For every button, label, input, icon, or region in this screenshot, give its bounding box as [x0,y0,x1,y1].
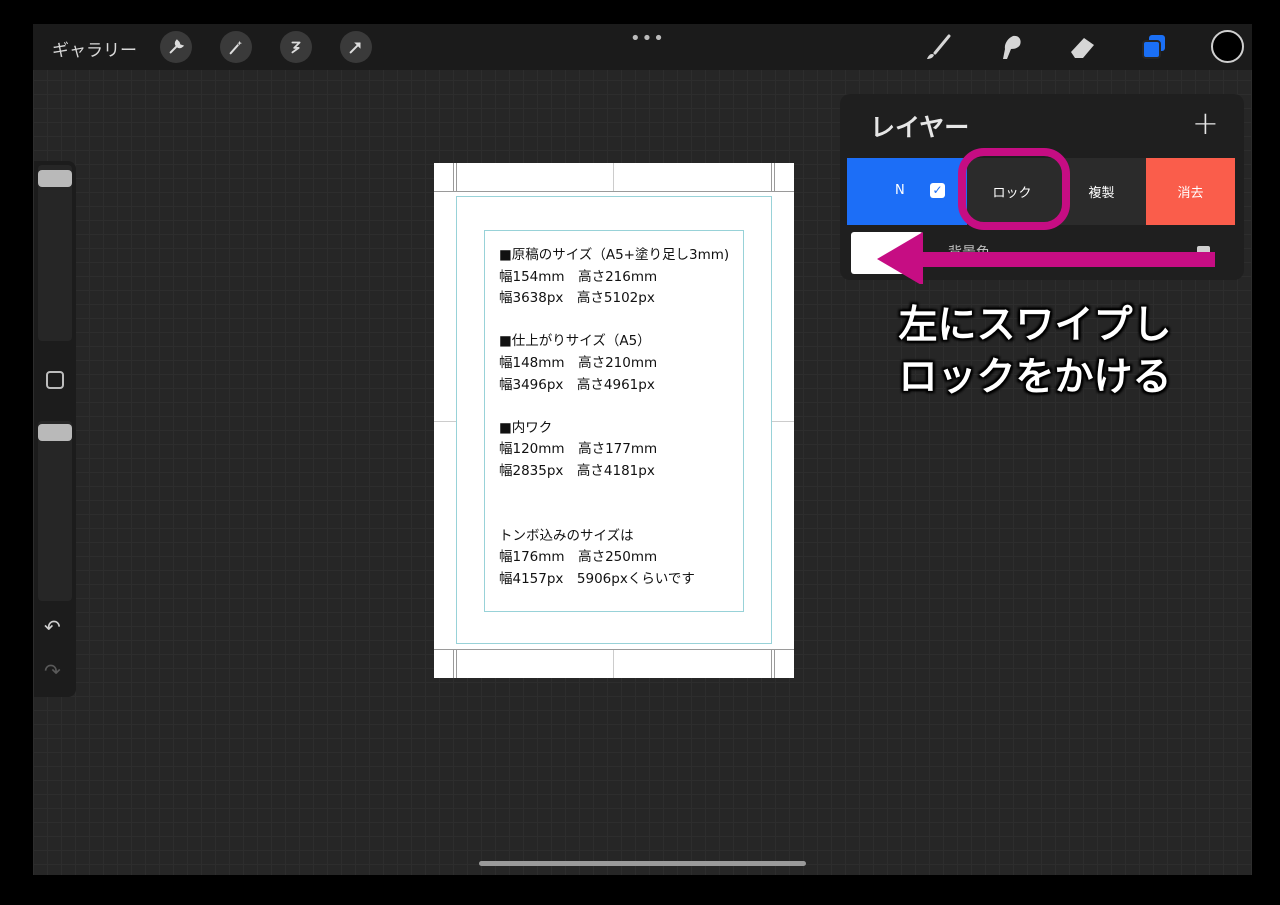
instruction-line-2: ロックをかける [898,355,1172,400]
text-line [499,483,743,505]
transform-arrow-icon[interactable] [340,31,372,63]
delete-button[interactable]: 消去 [1146,158,1235,225]
blend-mode-button[interactable]: N [895,183,905,198]
text-line: トンボ込みのサイズは [499,527,634,544]
trim-mark [774,650,775,678]
layer-row[interactable]: N ✓ [847,158,969,225]
trim-mark [771,163,772,191]
trim-line [434,649,794,650]
redo-icon[interactable]: ↷ [44,661,61,681]
trim-mark [774,163,775,191]
center-mark [772,421,794,422]
add-layer-button[interactable]: + [1192,104,1219,142]
top-toolbar: ギャラリー ••• [33,24,1252,70]
text-line: 幅154mm 高さ216mm [499,268,658,285]
trim-mark [453,163,454,191]
instruction-line-1: 左にスワイプし [898,303,1172,348]
drawing-canvas[interactable]: ■原稿のサイズ（A5+塗り足し3mm) 幅154mm 高さ216mm 幅3638… [434,163,794,678]
visibility-checkbox[interactable]: ✓ [930,183,945,198]
swipe-instruction: 左にスワイプし ロックをかける [885,300,1185,404]
brush-size-handle[interactable] [38,170,72,187]
layers-icon[interactable] [1137,30,1171,64]
text-line: 幅3496px 高さ4961px [499,376,655,393]
more-options-icon[interactable]: ••• [630,28,665,49]
brush-size-slider[interactable] [38,165,72,341]
text-line: 幅120mm 高さ177mm [499,441,658,458]
trim-mark [453,650,454,678]
text-line [499,310,743,332]
magic-wand-icon[interactable] [220,31,252,63]
text-line: 幅4157px 5906pxくらいです [499,570,695,587]
trim-mark [456,650,457,678]
wrench-icon[interactable] [160,31,192,63]
center-mark [613,650,614,678]
text-line [499,504,743,526]
smudge-icon[interactable] [993,30,1027,64]
text-line: ■内ワク [499,419,553,436]
layers-title: レイヤー [870,113,970,142]
text-line: ■仕上がりサイズ（A5） [499,333,651,350]
opacity-slider[interactable] [38,421,72,601]
brush-icon[interactable] [921,30,955,64]
text-line: ■原稿のサイズ（A5+塗り足し3mm) [499,247,730,263]
text-line: 幅148mm 高さ210mm [499,354,658,371]
undo-icon[interactable]: ↶ [44,617,61,637]
text-line: 幅2835px 高さ4181px [499,462,655,479]
lock-highlight-ring [958,148,1070,230]
eraser-icon[interactable] [1065,30,1099,64]
text-line: 幅176mm 高さ250mm [499,549,658,566]
swipe-left-arrow-icon [877,232,1215,284]
gallery-button[interactable]: ギャラリー [52,36,137,61]
selection-icon[interactable] [280,31,312,63]
home-indicator[interactable] [479,861,806,866]
trim-mark [456,163,457,191]
size-info-text: ■原稿のサイズ（A5+塗り足し3mm) 幅154mm 高さ216mm 幅3638… [484,230,744,612]
center-mark [434,421,456,422]
trim-line [434,191,794,192]
opacity-handle[interactable] [38,424,72,441]
left-sidebar: ↶ ↷ [34,161,76,697]
center-mark [613,163,614,191]
procreate-screen: ギャラリー ••• ↶ ↷ ■原稿のサイズ（A5+塗り足し3mm) 幅154mm… [33,24,1252,875]
modify-button[interactable] [46,371,64,389]
text-line [499,396,743,418]
text-line: 幅3638px 高さ5102px [499,290,655,307]
trim-mark [771,650,772,678]
duplicate-button[interactable]: 複製 [1057,158,1146,225]
color-picker[interactable] [1211,30,1244,63]
